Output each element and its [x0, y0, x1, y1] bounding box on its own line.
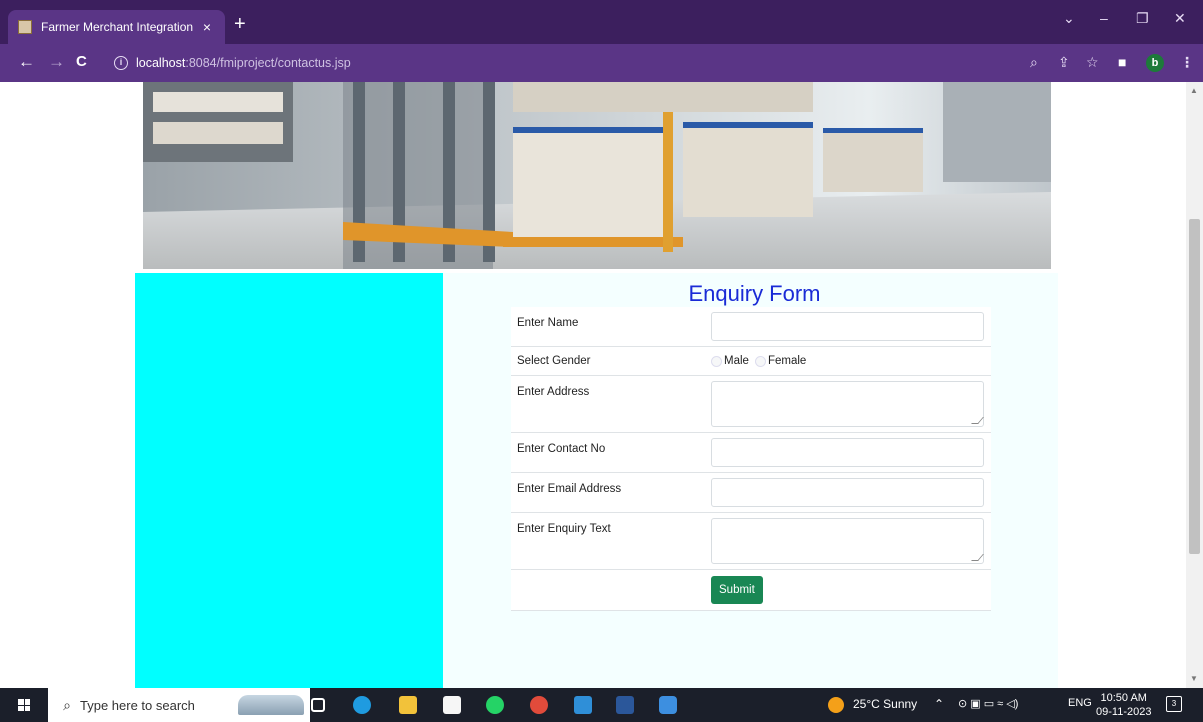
whatsapp-icon[interactable] [486, 696, 504, 714]
share-icon[interactable]: ⇪ [1058, 54, 1070, 71]
tray-system-icons[interactable]: ⊙ ▣ ▭ ≈ ◁) [958, 697, 1018, 710]
side-panel-icon[interactable]: ■ [1118, 54, 1126, 70]
form-row-submit: Submit [511, 570, 991, 611]
clock-date: 09-11-2023 [1096, 706, 1152, 718]
enquiry-label: Enter Enquiry Text [517, 523, 611, 535]
scroll-down-icon[interactable]: ▼ [1190, 674, 1198, 683]
tab-title: Farmer Merchant Integration [41, 20, 194, 34]
address-bar[interactable]: i localhost:8084/fmiproject/contactus.js… [98, 49, 1148, 77]
warehouse-banner-image [143, 82, 1051, 269]
minimize-button[interactable]: – [1100, 10, 1108, 26]
chrome-icon[interactable] [530, 696, 548, 714]
windows-start-icon[interactable] [18, 699, 30, 711]
contact-label: Enter Contact No [517, 443, 606, 455]
forward-arrow-icon[interactable]: → [48, 52, 65, 72]
clock-time: 10:50 AM [1100, 692, 1147, 704]
form-row-name: Enter Name [511, 307, 991, 347]
weather-sun-icon [828, 697, 844, 713]
page-scrollbar[interactable]: ▲ ▼ [1186, 82, 1203, 688]
site-info-icon[interactable]: i [114, 56, 128, 70]
tab-close-button[interactable]: × [199, 19, 215, 35]
taskbar-clock[interactable]: 10:50 AM 09-11-2023 [1096, 691, 1151, 719]
browser-menu-icon[interactable]: ⋮ [1180, 54, 1194, 71]
taskbar-search-box[interactable]: ⌕ Type here to search [48, 688, 310, 722]
email-label: Enter Email Address [517, 483, 622, 495]
address-textarea[interactable] [711, 381, 984, 427]
word-icon[interactable] [616, 696, 634, 714]
form-row-enquiry: Enter Enquiry Text [511, 513, 991, 570]
search-icon: ⌕ [63, 696, 71, 713]
close-window-button[interactable]: ✕ [1174, 10, 1186, 27]
task-view-icon[interactable] [311, 698, 325, 712]
form-title: Enquiry Form [688, 281, 821, 306]
browser-tab-strip: Farmer Merchant Integration × + ⌄ – ❐ ✕ [0, 0, 1203, 44]
back-arrow-icon[interactable]: ← [18, 52, 35, 72]
restore-button[interactable]: ❐ [1136, 10, 1149, 27]
tab-search-dropdown-icon[interactable]: ⌄ [1063, 10, 1075, 27]
form-row-gender: Select Gender Male Female [511, 347, 991, 376]
gender-label: Select Gender [517, 355, 591, 367]
edge-icon[interactable] [353, 696, 371, 714]
tray-overflow-icon[interactable]: ⌃ [934, 697, 944, 711]
name-input[interactable] [711, 312, 984, 341]
enquiry-form-panel: Enquiry Form Enter Name Select Gender Ma… [443, 273, 1058, 688]
form-row-email: Enter Email Address [511, 473, 991, 513]
enquiry-form: Enter Name Select Gender Male Female Ent… [511, 307, 991, 611]
search-placeholder: Type here to search [80, 697, 195, 713]
page-viewport: Enquiry Form Enter Name Select Gender Ma… [0, 82, 1186, 688]
notification-center-icon[interactable]: 3 [1166, 696, 1182, 712]
scroll-up-icon[interactable]: ▲ [1190, 86, 1198, 95]
bookmark-star-icon[interactable]: ☆ [1086, 54, 1099, 71]
contact-input[interactable] [711, 438, 984, 467]
gender-male-radio[interactable] [711, 355, 722, 367]
url-host: localhost [136, 56, 186, 70]
virtualbox-icon[interactable] [659, 696, 677, 714]
submit-button[interactable]: Submit [711, 576, 763, 604]
address-label: Enter Address [517, 386, 590, 398]
language-indicator[interactable]: ENG [1068, 697, 1092, 709]
profile-avatar[interactable]: b [1146, 54, 1164, 72]
search-highlight-image [238, 695, 304, 715]
new-tab-button[interactable]: + [234, 13, 246, 35]
windows-taskbar: ⌕ Type here to search 25°C Sunny ⌃ ⊙ ▣ ▭… [0, 688, 1203, 722]
gender-male-label[interactable]: Male [724, 355, 749, 367]
store-icon[interactable] [443, 696, 461, 714]
form-row-contact: Enter Contact No [511, 433, 991, 473]
reload-icon[interactable]: C [76, 52, 87, 72]
left-cyan-panel [135, 273, 443, 688]
enquiry-textarea[interactable] [711, 518, 984, 564]
site-favicon-icon [18, 20, 32, 34]
remote-desktop-icon[interactable] [574, 696, 592, 714]
scroll-thumb[interactable] [1189, 219, 1200, 554]
gender-female-radio[interactable] [754, 355, 766, 367]
email-input[interactable] [711, 478, 984, 507]
file-explorer-icon[interactable] [399, 696, 417, 714]
url-path: :8084/fmiproject/contactus.jsp [185, 56, 351, 70]
weather-text[interactable]: 25°C Sunny [853, 697, 917, 711]
name-label: Enter Name [517, 317, 579, 329]
browser-tab[interactable]: Farmer Merchant Integration × [8, 10, 225, 44]
zoom-icon[interactable]: ⌕ [1030, 54, 1038, 71]
browser-toolbar: ← → C i localhost:8084/fmiproject/contac… [0, 44, 1203, 82]
form-row-address: Enter Address [511, 376, 991, 433]
gender-female-label[interactable]: Female [768, 355, 806, 367]
